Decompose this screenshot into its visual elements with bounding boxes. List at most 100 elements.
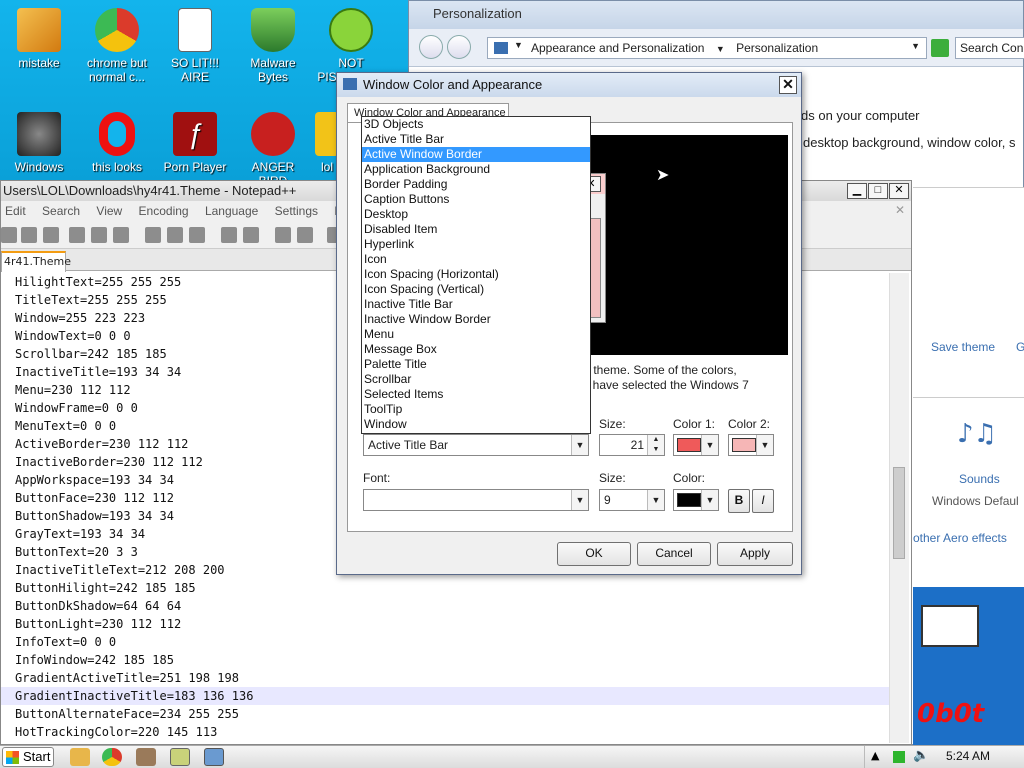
open-icon[interactable] <box>1 227 17 243</box>
ok-button[interactable]: OK <box>557 542 631 566</box>
back-button[interactable] <box>419 35 443 59</box>
desktop-icon-opera[interactable]: this looks <box>81 112 153 174</box>
menu-encoding[interactable]: Encoding <box>139 204 189 218</box>
clock[interactable]: 5:24 AM <box>946 749 990 763</box>
desktop-icon-flash[interactable]: ƒ Porn Player <box>159 112 231 174</box>
save-theme-link[interactable]: Save theme <box>931 340 995 354</box>
close-all-icon[interactable] <box>91 227 107 243</box>
refresh-icon[interactable] <box>931 39 949 57</box>
dropdown-item[interactable]: Active Title Bar <box>362 132 590 147</box>
editor-line[interactable]: ButtonHilight=242 185 185 <box>1 579 889 597</box>
maximize-button[interactable]: □ <box>868 183 888 199</box>
desktop-icon-angry-bird[interactable]: ANGER BIRD <box>237 112 309 188</box>
scrollbar-thumb[interactable] <box>893 467 905 559</box>
dropdown-item[interactable]: Selected Items <box>362 387 590 402</box>
editor-line[interactable]: InfoText=0 0 0 <box>1 633 889 651</box>
save-icon[interactable] <box>21 227 37 243</box>
minimize-button[interactable]: ▁ <box>847 183 867 199</box>
desktop-icon-solitaire[interactable]: SO LIT!!! AIRE <box>159 8 231 84</box>
chevron-down-icon[interactable]: ▼ <box>647 490 664 510</box>
tab-theme-file[interactable]: 4r41.Theme <box>1 251 71 272</box>
dropdown-item[interactable]: Inactive Title Bar <box>362 297 590 312</box>
redo-icon[interactable] <box>243 227 259 243</box>
sounds-link[interactable]: Sounds <box>959 472 1000 486</box>
chevron-down-icon[interactable]: ▼ <box>514 40 523 50</box>
close-file-icon[interactable] <box>69 227 85 243</box>
menu-view[interactable]: View <box>96 204 122 218</box>
breadcrumb-item[interactable]: Personalization <box>736 41 818 55</box>
chevron-down-icon[interactable]: ▼ <box>911 41 920 51</box>
dropdown-item[interactable]: Scrollbar <box>362 372 590 387</box>
dropdown-item[interactable]: Disabled Item <box>362 222 590 237</box>
network-icon[interactable] <box>893 751 905 763</box>
explorer-taskbar-icon[interactable] <box>70 748 90 766</box>
dropdown-item[interactable]: Message Box <box>362 342 590 357</box>
save-all-icon[interactable] <box>43 227 59 243</box>
chevron-down-icon[interactable]: ▼ <box>716 44 725 54</box>
italic-button[interactable]: I <box>752 489 774 513</box>
item-size-stepper[interactable]: 21 ▲ ▼ <box>599 434 665 456</box>
editor-line[interactable]: ButtonDkShadow=64 64 64 <box>1 597 889 615</box>
editor-line[interactable]: ButtonAlternateFace=234 255 255 <box>1 705 889 723</box>
dropdown-item[interactable]: Inactive Window Border <box>362 312 590 327</box>
dropdown-item[interactable]: Menu <box>362 327 590 342</box>
app-taskbar-icon[interactable] <box>136 748 156 766</box>
replace-icon[interactable] <box>297 227 313 243</box>
menu-edit[interactable]: Edit <box>5 204 26 218</box>
desktop-icon-malwarebytes[interactable]: Malware Bytes <box>237 8 309 84</box>
editor-line[interactable]: GradientInactiveTitle=183 136 136 <box>1 687 889 705</box>
dropdown-item[interactable]: Icon Spacing (Horizontal) <box>362 267 590 282</box>
dropdown-item[interactable]: Desktop <box>362 207 590 222</box>
dropdown-item[interactable]: Caption Buttons <box>362 192 590 207</box>
dropdown-item[interactable]: Icon Spacing (Vertical) <box>362 282 590 297</box>
chrome-taskbar-icon[interactable] <box>102 748 122 766</box>
editor-line[interactable]: GradientActiveTitle=251 198 198 <box>1 669 889 687</box>
chevron-down-icon[interactable]: ▼ <box>701 490 718 510</box>
dropdown-item[interactable]: Window <box>362 417 590 432</box>
apply-button[interactable]: Apply <box>717 542 793 566</box>
close-button[interactable]: ✕ <box>889 183 909 199</box>
menu-language[interactable]: Language <box>205 204 258 218</box>
font-size-select[interactable]: 9 ▼ <box>599 489 665 511</box>
dropdown-item[interactable]: Hyperlink <box>362 237 590 252</box>
font-color-picker[interactable]: ▼ <box>673 489 719 511</box>
chevron-down-icon[interactable]: ▼ <box>756 435 773 455</box>
paste-icon[interactable] <box>189 227 205 243</box>
desktop-icon-windows[interactable]: Windows <box>3 112 75 174</box>
menu-settings[interactable]: Settings <box>275 204 318 218</box>
dropdown-item[interactable]: Border Padding <box>362 177 590 192</box>
forward-button[interactable] <box>447 35 471 59</box>
close-doc-icon[interactable]: ✕ <box>895 203 905 217</box>
search-input[interactable]: Search Con <box>955 37 1024 59</box>
print-icon[interactable] <box>113 227 129 243</box>
chevron-down-icon[interactable]: ▼ <box>571 490 588 510</box>
undo-icon[interactable] <box>221 227 237 243</box>
start-button[interactable]: Start <box>2 747 54 767</box>
item-select[interactable]: Active Title Bar ▼ <box>363 434 589 456</box>
font-select[interactable]: ▼ <box>363 489 589 511</box>
dropdown-item[interactable]: Palette Title <box>362 357 590 372</box>
breadcrumb[interactable]: ▼ Appearance and Personalization ▼ Perso… <box>487 37 927 59</box>
color2-picker[interactable]: ▼ <box>728 434 774 456</box>
control-panel-taskbar-icon[interactable] <box>204 748 224 766</box>
stepper-arrows-icon[interactable]: ▲ ▼ <box>647 435 664 455</box>
breadcrumb-item[interactable]: Appearance and Personalization <box>531 41 704 55</box>
vertical-scrollbar[interactable] <box>889 273 909 743</box>
cut-icon[interactable] <box>145 227 161 243</box>
speaker-icon[interactable]: 🔈 <box>913 748 929 763</box>
notepad-taskbar-icon[interactable] <box>170 748 190 766</box>
find-icon[interactable] <box>275 227 291 243</box>
more-themes-link[interactable]: G <box>1016 340 1024 354</box>
copy-icon[interactable] <box>167 227 183 243</box>
close-button[interactable]: ✕ <box>779 76 797 94</box>
dropdown-item[interactable]: Active Window Border <box>362 147 590 162</box>
desktop-icon-mistake[interactable]: mistake <box>3 8 75 70</box>
desktop-icon-chrome[interactable]: chrome but normal c... <box>81 8 153 84</box>
aero-effects-link[interactable]: other Aero effects <box>913 531 1007 545</box>
sounds-icon[interactable]: ♪♫ <box>957 419 997 449</box>
bold-button[interactable]: B <box>728 489 750 513</box>
dropdown-item[interactable]: ToolTip <box>362 402 590 417</box>
chevron-up-icon[interactable]: ▲ <box>871 749 879 762</box>
dropdown-item[interactable]: 3D Objects <box>362 117 590 132</box>
editor-line[interactable]: ButtonLight=230 112 112 <box>1 615 889 633</box>
